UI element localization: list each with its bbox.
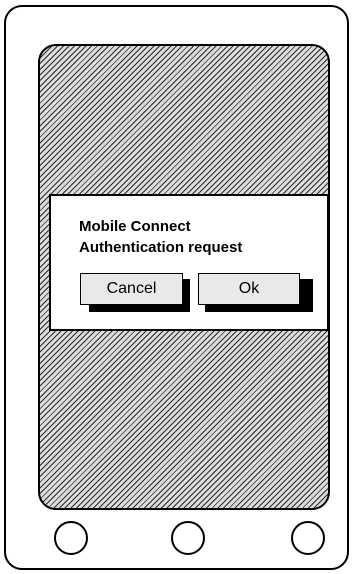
ok-button[interactable]: Ok [198,273,300,305]
cancel-button[interactable]: Cancel [80,273,183,305]
left-nav-button[interactable] [54,521,88,555]
dialog-title-line-1: Mobile Connect [79,218,191,235]
right-nav-button[interactable] [291,521,325,555]
authentication-dialog: Mobile Connect Authentication request Ca… [49,194,329,331]
dialog-title: Mobile Connect Authentication request [79,216,242,258]
center-nav-button[interactable] [171,521,205,555]
dialog-title-line-2: Authentication request [79,239,243,256]
